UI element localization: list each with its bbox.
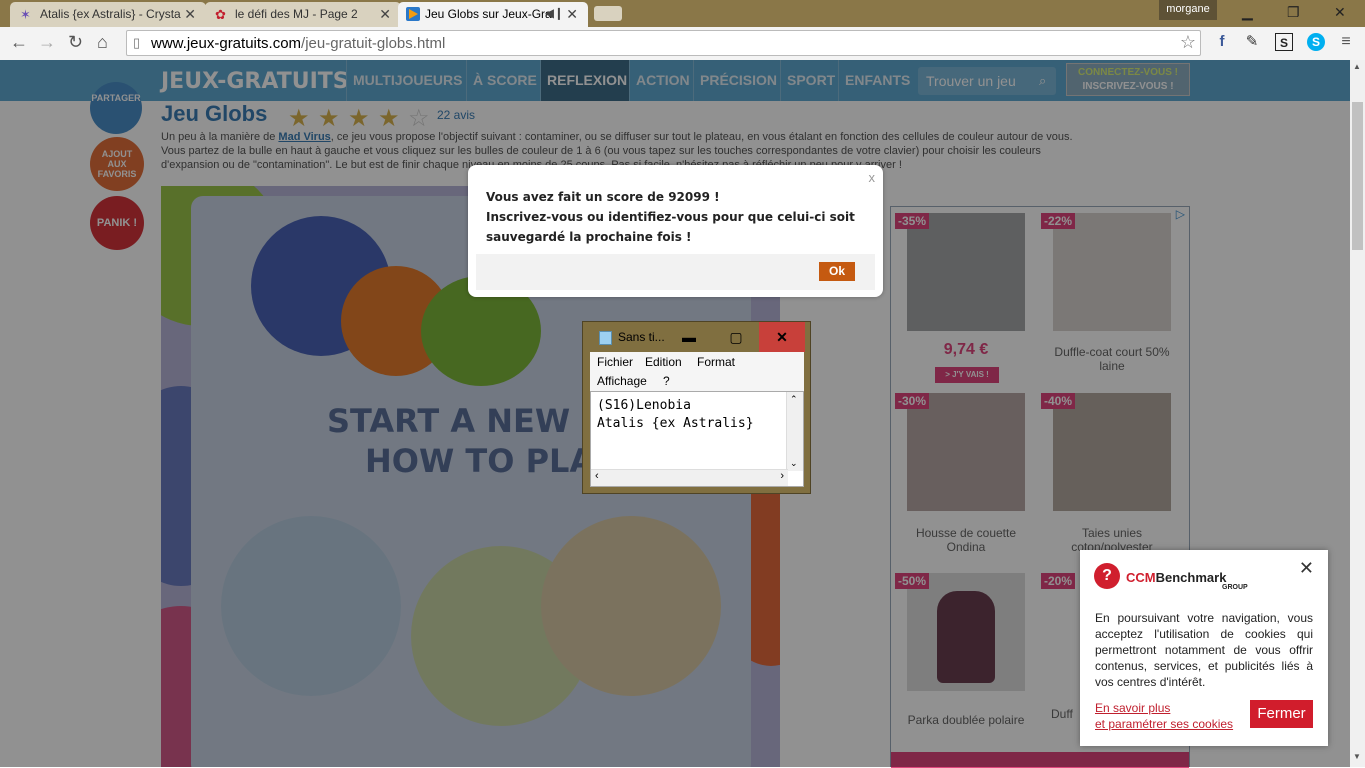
restore-icon[interactable]: ❐ <box>1287 4 1300 21</box>
bookmark-star-icon[interactable]: ☆ <box>1180 32 1196 53</box>
evernote-icon[interactable]: ✎ <box>1243 33 1261 51</box>
horizontal-scrollbar[interactable]: ‹ › <box>591 469 788 486</box>
url-host: www.jeux-gratuits.com <box>151 35 302 52</box>
learn-more-link[interactable]: En savoir plus <box>1095 700 1233 716</box>
brand-group: GROUP <box>1222 584 1248 591</box>
ccm-brand: CCMBenchmark <box>1126 570 1226 585</box>
cookie-settings-link[interactable]: En savoir plus et paramétrer ses cookies <box>1095 700 1233 732</box>
cookie-text: En poursuivant votre navigation, vous ac… <box>1095 611 1313 689</box>
scroll-down-icon[interactable]: ▼ <box>1353 752 1361 761</box>
facebook-icon[interactable]: f <box>1213 33 1231 51</box>
crystal-icon: ✶ <box>20 7 31 22</box>
forum-icon: ✿ <box>215 7 226 22</box>
scroll-left-icon[interactable]: ‹ <box>595 470 599 482</box>
address-bar[interactable]: ▯ www.jeux-gratuits.com/jeu-gratuit-glob… <box>126 30 1201 56</box>
home-icon[interactable]: ⌂ <box>97 32 108 53</box>
close-icon[interactable]: ✕ <box>566 6 578 23</box>
tab-title: le défi des MJ - Page 2 <box>235 7 358 21</box>
window-title: Sans ti... <box>618 330 665 344</box>
brand-benchmark: Benchmark <box>1155 570 1227 585</box>
close-icon[interactable]: ✕ <box>379 6 391 23</box>
browser-toolbar: ← → ↻ ⌂ ▯ www.jeux-gratuits.com/jeu-grat… <box>0 27 1365 61</box>
scroll-up-icon[interactable]: ⌃ <box>790 394 798 405</box>
tab-jeu-globs[interactable]: Jeu Globs sur Jeux-Gra ◀❙ ✕ <box>398 2 588 27</box>
tab-title: Atalis {ex Astralis} - Crysta <box>40 7 181 21</box>
tab-atalis[interactable]: ✶ Atalis {ex Astralis} - Crysta ✕ <box>10 2 206 27</box>
score-line: Inscrivez-vous ou identifiez-vous pour q… <box>486 210 855 224</box>
ok-button[interactable]: Ok <box>819 262 855 281</box>
url-text: www.jeux-gratuits.com/jeu-gratuit-globs.… <box>151 35 445 52</box>
menu-edition[interactable]: Edition <box>645 355 682 369</box>
jeux-gratuits-icon <box>406 7 420 21</box>
menu-help[interactable]: ? <box>663 374 670 388</box>
cookie-banner: ? CCMBenchmark GROUP ✕ En poursuivant vo… <box>1080 550 1328 746</box>
vertical-scrollbar[interactable]: ⌃ ⌄ <box>786 392 803 471</box>
back-icon[interactable]: ← <box>10 32 28 53</box>
page-scrollbar[interactable]: ▲ ▼ <box>1350 60 1365 767</box>
audio-icon[interactable]: ◀❙ <box>545 6 564 20</box>
menu-icon[interactable]: ≡ <box>1337 33 1355 51</box>
ccm-logo-icon: ? <box>1094 563 1120 589</box>
fermer-button[interactable]: Fermer <box>1250 700 1313 728</box>
score-message: Vous avez fait un score de 92099 ! Inscr… <box>486 187 855 247</box>
score-dialog: x Vous avez fait un score de 92099 ! Ins… <box>468 165 883 297</box>
tab-title: Jeu Globs sur Jeux-Gra <box>425 7 552 21</box>
window-close-icon[interactable]: ✕ <box>1334 4 1346 21</box>
score-line: sauvegardé la prochaine fois ! <box>486 230 692 244</box>
close-icon[interactable]: ✕ <box>184 6 196 23</box>
close-icon[interactable]: x <box>869 170 876 185</box>
tab-defi[interactable]: ✿ le défi des MJ - Page 2 ✕ <box>205 2 401 27</box>
page-icon: ▯ <box>133 35 141 50</box>
score-line: Vous avez fait un score de 92099 ! <box>486 190 720 204</box>
profile-name[interactable]: morgane <box>1159 0 1217 20</box>
url-path: /jeu-gratuit-globs.html <box>301 35 446 52</box>
notepad-menu: Fichier Edition Format Affichage ? <box>590 352 804 391</box>
menu-affichage[interactable]: Affichage <box>597 374 647 388</box>
notepad-icon <box>599 331 612 345</box>
dialog-footer: Ok <box>476 254 875 290</box>
reload-icon[interactable]: ↻ <box>68 32 83 53</box>
forward-icon[interactable]: → <box>38 32 56 53</box>
brand-ccm: CCM <box>1126 570 1156 585</box>
menu-fichier[interactable]: Fichier <box>597 355 633 369</box>
notepad-window[interactable]: Sans ti... ▬ ▢ ✕ Fichier Edition Format … <box>582 321 811 494</box>
notepad-text-area[interactable]: (S16)Lenobia Atalis {ex Astralis} ⌃ ⌄ ‹ … <box>590 391 804 487</box>
menu-format[interactable]: Format <box>697 355 735 369</box>
s-extension-icon[interactable]: S <box>1275 33 1293 51</box>
scroll-up-icon[interactable]: ▲ <box>1353 62 1361 71</box>
scroll-down-icon[interactable]: ⌄ <box>790 458 798 469</box>
scroll-right-icon[interactable]: › <box>780 470 784 482</box>
notepad-text[interactable]: (S16)Lenobia Atalis {ex Astralis} <box>597 397 754 433</box>
maximize-icon[interactable]: ▢ <box>713 322 759 352</box>
minimize-icon[interactable]: ▬ <box>666 322 712 352</box>
scrollbar-thumb[interactable] <box>1352 102 1363 250</box>
browser-tab-strip: ✶ Atalis {ex Astralis} - Crysta ✕ ✿ le d… <box>0 0 1365 27</box>
skype-icon[interactable]: S <box>1307 33 1325 51</box>
new-tab-button[interactable] <box>594 6 622 21</box>
close-icon[interactable]: ✕ <box>1299 558 1314 579</box>
close-icon[interactable]: ✕ <box>759 322 805 352</box>
cookie-params-link[interactable]: et paramétrer ses cookies <box>1095 716 1233 732</box>
minimize-icon[interactable]: ▁ <box>1242 4 1253 21</box>
